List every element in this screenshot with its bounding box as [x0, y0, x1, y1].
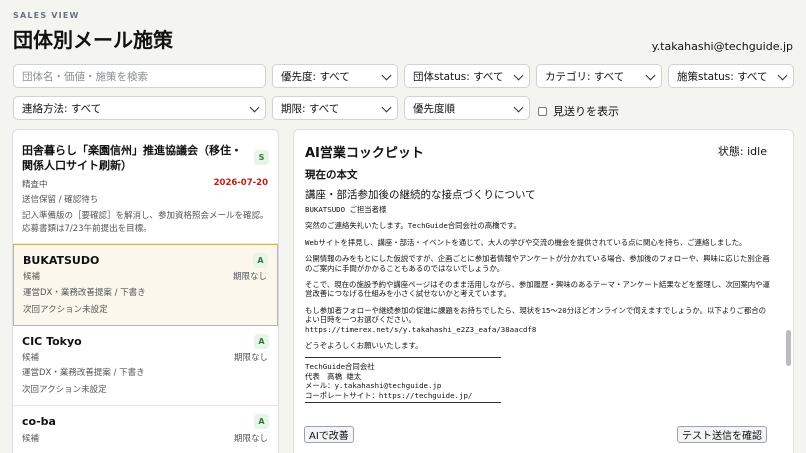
user-email: y.takahashi@techguide.jp [651, 40, 793, 53]
body-paragraph: 公開情報のみをもとにした仮説ですが、企画ごとに参加者情報やアンケートが分かれてい… [305, 254, 770, 273]
signature-divider [305, 402, 501, 404]
list-item[interactable]: co-ba A 候補 期限なし [13, 406, 278, 453]
list-item[interactable]: CIC Tokyo A 候補 期限なし 運営DX・業務改善提案 / 下書き 次回… [13, 326, 278, 406]
next-action: 記入準備版の［要確認］を解消し、参加資格照会メールを確認。応募書類は7/23午前… [22, 211, 269, 234]
org-name: co-ba [22, 415, 56, 428]
measure-info: 運営DX・業務改善提案 / 下書き [23, 288, 146, 298]
priority-badge: A [254, 334, 269, 349]
body-paragraph: そこで、現在の施設予約や講座ページはそのまま活用しながら、参加履歴・興味のあるテ… [305, 280, 770, 299]
org-status: 候補 [23, 272, 41, 282]
ai-improve-button[interactable]: AIで改善 [304, 426, 354, 443]
chevron-down-icon [513, 102, 524, 113]
signature-line: TechGuide合同会社 [305, 362, 375, 372]
chevron-down-icon [777, 70, 788, 81]
scrollbar[interactable] [786, 330, 791, 366]
section-heading: 現在の本文 [305, 169, 358, 181]
org-status: 候補 [22, 353, 40, 363]
deadline-select[interactable]: 期限: すべて [272, 96, 398, 120]
test-send-button[interactable]: テスト送信を確認 [677, 426, 767, 443]
chevron-down-icon [249, 102, 260, 113]
sort-select[interactable]: 優先度順 [404, 96, 530, 120]
body-paragraph: BUKATSUDO ご担当者様 [305, 205, 387, 214]
chevron-down-icon [381, 102, 392, 113]
email-subject: 講座・部活参加後の継続的な接点づくりについて [305, 189, 536, 201]
org-name: CIC Tokyo [22, 335, 82, 348]
measure-info: 運営DX・業務改善提案 / 下書き [22, 368, 145, 378]
priority-badge: S [254, 150, 269, 165]
org-name: 田舎暮らし「楽園信州」推進協議会（移住・関係人口サイト刷新） [22, 144, 242, 172]
email-body: BUKATSUDO ご担当者様 突然のご連絡失礼いたします。TechGuide合… [305, 205, 770, 407]
org-status: 精査中 [22, 180, 48, 190]
eyebrow: SALES VIEW [13, 11, 80, 20]
deadline-value: 期限: すべて [281, 102, 340, 115]
org-name: BUKATSUDO [23, 254, 100, 267]
list-item[interactable]: 田舎暮らし「楽園信州」推進協議会（移住・関係人口サイト刷新） S 精査中 202… [13, 130, 278, 244]
priority-badge: A [254, 414, 269, 429]
deadline-date: 期限なし [233, 353, 268, 363]
chevron-down-icon [381, 70, 392, 81]
ai-sales-cockpit: AI営業コックピット 状態: idle 現在の本文 講座・部活参加後の継続的な接… [293, 129, 794, 453]
body-paragraph: Webサイトを拝見し、講座・部活・イベントを通じて、大人の学びや交流の機会を提供… [305, 237, 747, 247]
deadline-date: 2026-07-20 [213, 178, 268, 188]
measure-status-value: 施策status: すべて [677, 70, 768, 83]
signature-divider [305, 357, 501, 359]
priority-select[interactable]: 優先度: すべて [272, 64, 398, 88]
signature-line: コーポレートサイト：https://techguide.jp/ [305, 390, 473, 400]
contact-method-value: 連絡方法: すべて [22, 102, 102, 115]
chevron-down-icon [645, 70, 656, 81]
show-declined-toggle[interactable]: 見送りを表示 [538, 103, 619, 119]
send-status: 送信保留 / 確認待ち [22, 195, 99, 205]
page-title: 団体別メール施策 [13, 28, 173, 52]
contact-method-select[interactable]: 連絡方法: すべて [13, 96, 266, 120]
body-paragraph: 突然のご連絡失礼いたします。TechGuide合同会社の高橋です。 [305, 221, 521, 231]
organization-list: 田舎暮らし「楽園信州」推進協議会（移住・関係人口サイト刷新） S 精査中 202… [12, 129, 279, 453]
category-value: カテゴリ: すべて [545, 70, 625, 83]
org-status-select[interactable]: 団体status: すべて [404, 64, 530, 88]
org-status: 候補 [22, 434, 40, 444]
panel-title: AI営業コックピット [305, 146, 424, 161]
show-declined-label: 見送りを表示 [553, 105, 619, 118]
checkbox[interactable] [538, 106, 547, 116]
measure-status-select[interactable]: 施策status: すべて [668, 64, 794, 88]
signature-line: 代表 高橋 雄太 [305, 371, 362, 381]
org-status-value: 団体status: すべて [413, 70, 504, 83]
priority-badge: A [253, 253, 268, 268]
list-item[interactable]: BUKATSUDO A 候補 期限なし 運営DX・業務改善提案 / 下書き 次回… [13, 244, 278, 326]
next-action: 次回アクション未設定 [22, 385, 107, 395]
chevron-down-icon [513, 70, 524, 81]
sort-value: 優先度順 [413, 102, 455, 115]
next-action: 次回アクション未設定 [23, 305, 108, 315]
deadline-date: 期限なし [232, 272, 267, 282]
signature-line: メール：y.takahashi@techguide.jp [305, 381, 442, 391]
search-placeholder: 団体名・価値・施策を検索 [22, 70, 148, 83]
body-paragraph: どうぞよろしくお願いいたします。 [305, 341, 423, 351]
body-paragraph: もし参加者フォローや継続参加の促進に課題をお持ちでしたら、現状を15〜20分ほど… [305, 305, 767, 334]
deadline-date: 期限なし [233, 434, 268, 444]
status-indicator: 状態: idle [717, 145, 767, 158]
search-input[interactable]: 団体名・価値・施策を検索 [13, 64, 266, 88]
priority-value: 優先度: すべて [281, 70, 350, 83]
category-select[interactable]: カテゴリ: すべて [536, 64, 662, 88]
